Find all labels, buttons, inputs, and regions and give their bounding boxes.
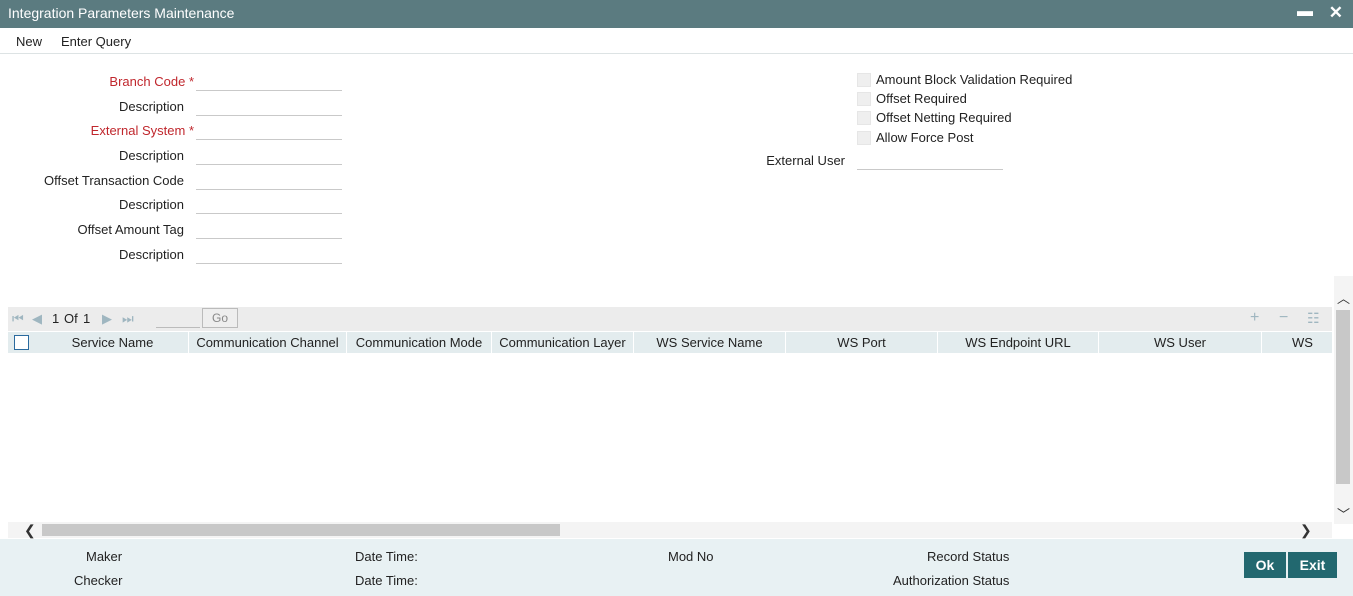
- prev-page-icon[interactable]: ◀: [32, 311, 42, 327]
- offset-transaction-code-field[interactable]: [196, 170, 342, 190]
- column-ws-port[interactable]: WS Port: [786, 332, 938, 353]
- horizontal-scrollbar[interactable]: ❮ ❯: [8, 522, 1332, 538]
- external-user-label: External User: [766, 153, 845, 168]
- close-icon[interactable]: ✕: [1329, 3, 1343, 23]
- delete-row-icon[interactable]: −: [1279, 309, 1288, 327]
- allow-force-post-label: Allow Force Post: [876, 130, 974, 145]
- offset-netting-required-label: Offset Netting Required: [876, 110, 1012, 125]
- next-page-icon[interactable]: ▶: [102, 311, 112, 327]
- scroll-right-icon[interactable]: ❯: [1300, 522, 1312, 539]
- last-page-icon[interactable]: ⏭: [122, 311, 134, 327]
- branch-description-field[interactable]: [196, 96, 342, 116]
- checker-label: Checker: [74, 573, 123, 588]
- authorization-status-label: Authorization Status: [893, 573, 1010, 588]
- select-all-checkbox[interactable]: [14, 335, 29, 350]
- mod-no-label: Mod No: [668, 549, 714, 564]
- column-ws-service-name[interactable]: WS Service Name: [634, 332, 786, 353]
- column-ws-partial[interactable]: WS: [1262, 332, 1332, 353]
- amount-block-validation-checkbox[interactable]: [857, 73, 871, 87]
- first-page-icon[interactable]: ⏮: [12, 311, 24, 327]
- add-row-icon[interactable]: +: [1250, 309, 1259, 327]
- minimize-icon[interactable]: ▬: [1297, 3, 1313, 21]
- offset-amount-description-label: Description: [118, 247, 184, 262]
- branch-description-label: Description: [118, 99, 184, 114]
- offset-required-label: Offset Required: [876, 91, 967, 106]
- column-ws-user[interactable]: WS User: [1099, 332, 1262, 353]
- exit-button[interactable]: Exit: [1288, 552, 1337, 578]
- column-communication-channel[interactable]: Communication Channel: [189, 332, 347, 353]
- record-status-label: Record Status: [927, 549, 1010, 564]
- offset-amount-tag-field[interactable]: [196, 219, 342, 239]
- external-user-field[interactable]: [857, 150, 1003, 170]
- vertical-scroll-thumb[interactable]: [1336, 310, 1350, 484]
- column-ws-endpoint-url[interactable]: WS Endpoint URL: [938, 332, 1099, 353]
- grid-toolbar: ⏮ ◀ 1 Of 1 ▶ ⏭ Go + − ☷: [8, 307, 1332, 331]
- go-button[interactable]: Go: [202, 308, 238, 328]
- title-bar: Integration Parameters Maintenance ▬ ✕: [0, 0, 1353, 28]
- allow-force-post-checkbox[interactable]: [857, 131, 871, 145]
- enter-query-menu-item[interactable]: Enter Query: [61, 34, 131, 49]
- menu-bar: New Enter Query: [0, 28, 1353, 54]
- offset-amount-tag-label: Offset Amount Tag: [77, 222, 184, 237]
- column-communication-layer[interactable]: Communication Layer: [492, 332, 634, 353]
- external-system-label: External System *: [90, 123, 194, 138]
- external-system-field[interactable]: [196, 120, 342, 140]
- of-label: Of: [64, 311, 78, 326]
- horizontal-scroll-thumb[interactable]: [42, 524, 560, 536]
- column-service-name[interactable]: Service Name: [37, 332, 189, 353]
- scroll-left-icon[interactable]: ❮: [24, 522, 36, 539]
- scroll-down-icon[interactable]: ﹀: [1337, 504, 1350, 523]
- offset-transaction-code-label: Offset Transaction Code: [44, 173, 184, 188]
- new-menu-item[interactable]: New: [16, 34, 42, 49]
- ok-button[interactable]: Ok: [1244, 552, 1286, 578]
- audit-footer: Maker Checker Date Time: Date Time: Mod …: [0, 539, 1353, 596]
- offset-amount-description-field[interactable]: [196, 244, 342, 264]
- grid-header: Service Name Communication Channel Commu…: [8, 332, 1332, 353]
- vertical-scrollbar[interactable]: ︿ ﹀: [1334, 276, 1353, 524]
- column-communication-mode[interactable]: Communication Mode: [347, 332, 492, 353]
- offset-transaction-description-label: Description: [118, 197, 184, 212]
- checker-date-time-label: Date Time:: [355, 573, 418, 588]
- offset-transaction-description-field[interactable]: [196, 194, 342, 214]
- total-pages: 1: [83, 311, 91, 326]
- window-title: Integration Parameters Maintenance: [8, 5, 235, 21]
- external-system-description-field[interactable]: [196, 145, 342, 165]
- current-page: 1: [52, 311, 60, 326]
- branch-code-label: Branch Code *: [109, 74, 194, 89]
- external-system-description-label: Description: [118, 148, 184, 163]
- scroll-up-icon[interactable]: ︿: [1337, 288, 1350, 307]
- branch-code-field[interactable]: [196, 71, 342, 91]
- amount-block-validation-label: Amount Block Validation Required: [876, 72, 1073, 87]
- maker-date-time-label: Date Time:: [355, 549, 418, 564]
- offset-netting-required-checkbox[interactable]: [857, 111, 871, 125]
- maker-label: Maker: [86, 549, 123, 564]
- single-view-icon[interactable]: ☷: [1307, 310, 1320, 327]
- offset-required-checkbox[interactable]: [857, 92, 871, 106]
- page-number-input[interactable]: [156, 309, 200, 328]
